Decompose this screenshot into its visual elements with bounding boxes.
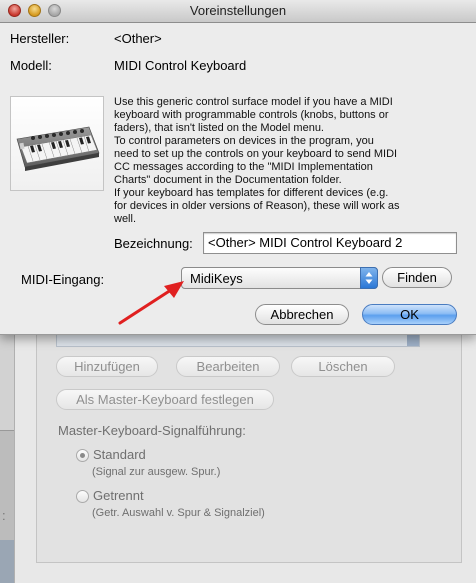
window-title: Voreinstellungen xyxy=(189,3,287,18)
description-line: To control parameters on devices in the … xyxy=(114,135,374,147)
name-label: Bezeichnung: xyxy=(114,236,193,251)
set-master-keyboard-button[interactable]: Als Master-Keyboard festlegen xyxy=(56,389,274,410)
radio-separate-label: Getrennt xyxy=(93,488,144,503)
model-label: Modell: xyxy=(10,58,52,73)
description-line: need to set up the controls on your keyb… xyxy=(114,148,398,160)
model-description: Use this generic control surface model i… xyxy=(114,96,452,226)
manufacturer-value: <Other> xyxy=(114,31,162,46)
model-value: MIDI Control Keyboard xyxy=(114,58,247,73)
delete-button[interactable]: Löschen xyxy=(291,356,395,377)
name-input[interactable]: <Other> MIDI Control Keyboard 2 xyxy=(203,232,457,254)
routing-title: Master-Keyboard-Signalführung: xyxy=(58,423,246,438)
description-line: well. xyxy=(114,213,137,225)
find-button[interactable]: Finden xyxy=(382,267,452,288)
midi-keyboard-icon xyxy=(16,126,100,171)
edit-button[interactable]: Bearbeiten xyxy=(176,356,280,377)
add-button[interactable]: Hinzufügen xyxy=(56,356,158,377)
radio-separate[interactable] xyxy=(76,490,89,503)
left-edge-panel xyxy=(0,430,14,541)
keyboard-image xyxy=(10,96,104,191)
radio-standard[interactable] xyxy=(76,449,89,462)
midi-input-label: MIDI-Eingang: xyxy=(21,272,105,287)
description-line: If your keyboard has templates for diffe… xyxy=(114,187,389,199)
radio-separate-description: (Getr. Auswahl v. Spur & Signalziel) xyxy=(92,507,265,519)
title-bar: Voreinstellungen xyxy=(0,0,476,23)
ok-button[interactable]: OK xyxy=(362,304,457,325)
midi-input-select[interactable]: MidiKeys xyxy=(181,267,378,289)
manufacturer-label: Hersteller: xyxy=(10,31,70,46)
preferences-dialog: Voreinstellungen Hersteller: <Other> Mod… xyxy=(0,0,476,335)
description-line: CC messages according to the "MIDI Imple… xyxy=(114,161,373,173)
left-edge-colon: : xyxy=(2,508,6,523)
radio-standard-description: (Signal zur ausgew. Spur.) xyxy=(92,466,221,478)
up-down-arrows-icon xyxy=(360,267,378,289)
left-edge-panel-blue xyxy=(0,540,14,583)
description-line: Charts" document in the Documentation fo… xyxy=(114,174,342,186)
description-line: keyboard with programmable controls (kno… xyxy=(114,109,389,121)
radio-standard-label: Standard xyxy=(93,447,146,462)
description-line: faders), that isn't listed on the Model … xyxy=(114,122,324,134)
description-line: Use this generic control surface model i… xyxy=(114,96,393,108)
midi-input-value: MidiKeys xyxy=(190,271,243,286)
description-line: for devices in older versions of Reason)… xyxy=(114,200,400,212)
cancel-button[interactable]: Abbrechen xyxy=(255,304,349,325)
